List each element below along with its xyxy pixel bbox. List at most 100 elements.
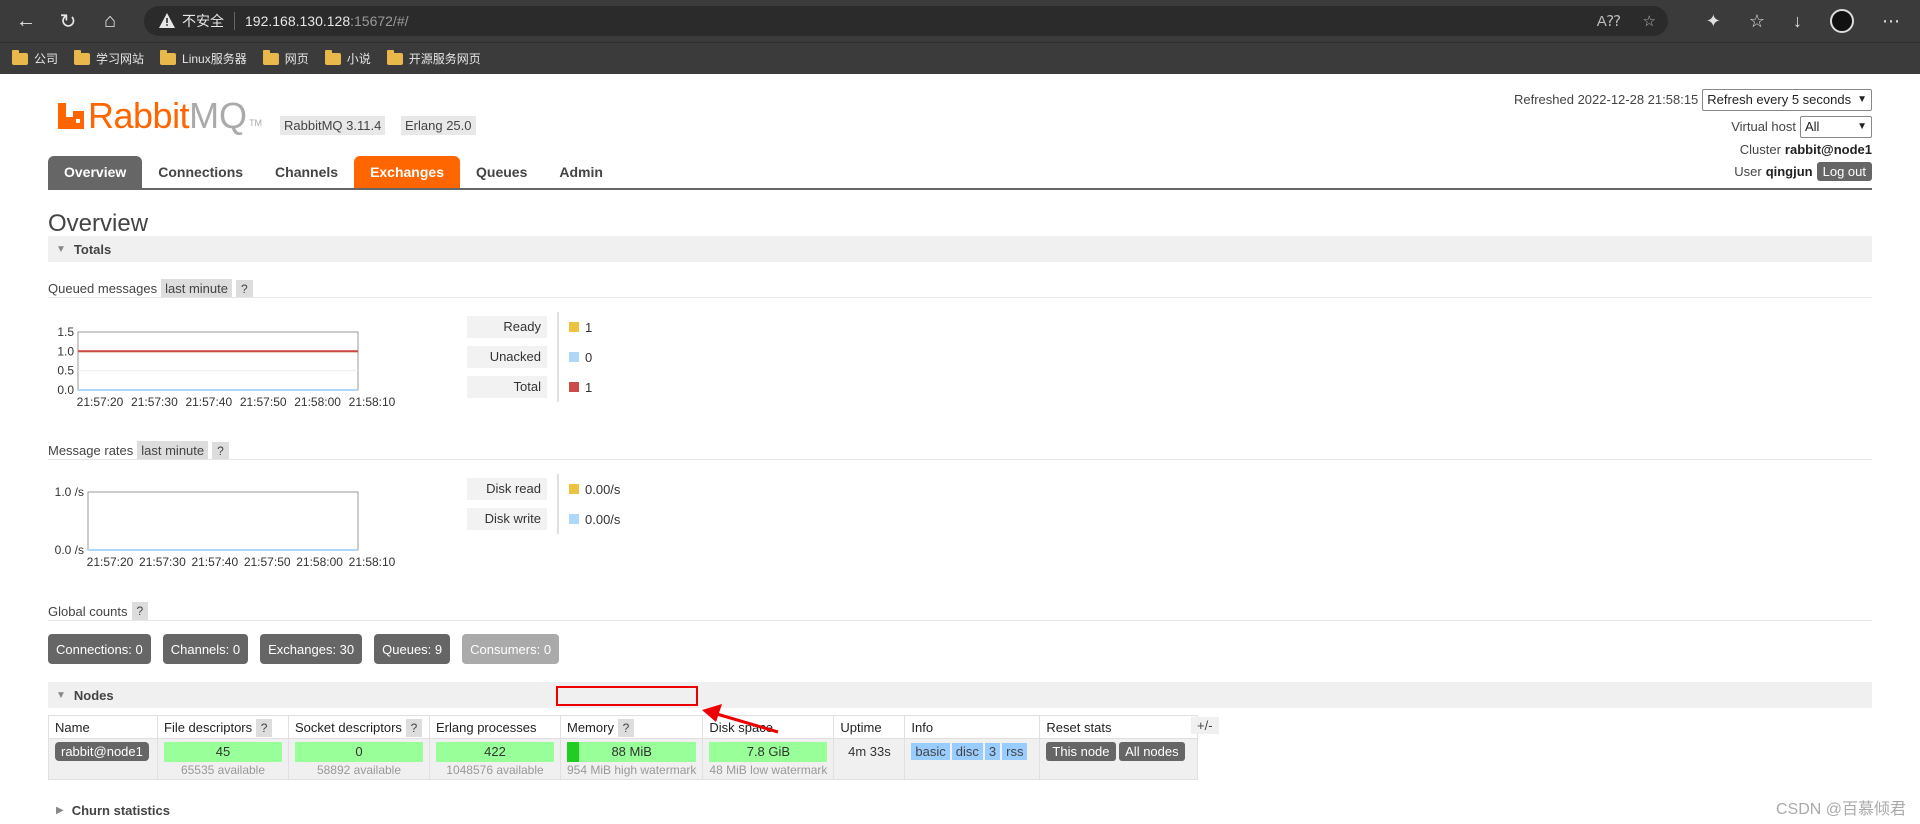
help-icon[interactable]: ? xyxy=(236,279,253,298)
bookmarks-bar: 公司 学习网站 Linux服务器 网页 小说 开源服务网页 xyxy=(0,42,1920,74)
rabbitmq-logo-icon xyxy=(58,103,84,129)
fd-bar: 45 xyxy=(164,742,282,762)
timespan-chip[interactable]: last minute xyxy=(137,441,209,460)
global-counts: Connections: 0 Channels: 0 Exchanges: 30… xyxy=(48,634,560,664)
tab-connections[interactable]: Connections xyxy=(142,156,259,188)
address-bar[interactable]: 不安全 192.168.130.128:15672/#/ A⁇ ☆ xyxy=(144,6,1668,36)
annotation-arrow-icon xyxy=(702,704,779,734)
tab-channels[interactable]: Channels xyxy=(259,156,354,188)
back-icon[interactable]: ← xyxy=(10,5,42,37)
x-tick-label: 21:58:00 xyxy=(294,395,341,409)
bookmark-folder[interactable]: 小说 xyxy=(324,49,371,67)
col-erlang-processes: Erlang processes xyxy=(429,715,561,739)
reload-icon[interactable]: ↻ xyxy=(52,5,84,37)
y-tick-label: 0.0 /s xyxy=(55,543,84,557)
bookmark-folder[interactable]: 公司 xyxy=(12,49,58,67)
version-badge: RabbitMQ 3.11.4 xyxy=(280,116,386,135)
bookmark-folder[interactable]: Linux服务器 xyxy=(160,49,247,67)
read-aloud-icon[interactable]: A⁇ xyxy=(1597,12,1621,30)
user-name: qingjun xyxy=(1765,163,1813,179)
node-name-link[interactable]: rabbit@node1 xyxy=(55,742,149,761)
help-icon[interactable]: ? xyxy=(131,602,149,620)
column-toggle-button[interactable]: +/- xyxy=(1191,717,1219,734)
timespan-chip[interactable]: last minute xyxy=(161,279,232,298)
profile-avatar[interactable] xyxy=(1830,9,1854,33)
nodes-section-header[interactable]: ▼ Nodes xyxy=(48,682,1872,708)
help-icon[interactable]: ? xyxy=(255,718,273,737)
reset-all-nodes-button[interactable]: All nodes xyxy=(1119,742,1185,761)
vhost-select[interactable]: All ▼ xyxy=(1800,115,1872,138)
tab-exchanges[interactable]: Exchanges xyxy=(354,156,460,188)
page-title: Overview xyxy=(48,210,149,237)
consumers-count-button[interactable]: Consumers: 0 xyxy=(462,634,560,664)
bookmark-folder[interactable]: 学习网站 xyxy=(74,49,144,67)
disk-space-bar: 7.8 GiB xyxy=(709,742,828,762)
bookmark-folder[interactable]: 网页 xyxy=(262,49,309,67)
col-file-descriptors: File descriptors ? xyxy=(157,715,289,739)
highlight-box xyxy=(556,686,698,706)
message-rates-chart: 1.0 /s 0.0 /s 21:57:20 21:57:30 21:57:40 21:5… xyxy=(34,472,454,575)
tab-queues[interactable]: Queues xyxy=(460,156,543,188)
logo-text-rabbit: Rabbit xyxy=(88,95,190,136)
info-tag-basic[interactable]: basic xyxy=(911,743,950,760)
x-tick-label: 21:58:00 xyxy=(296,555,343,569)
y-tick-label: 0.5 xyxy=(57,364,74,378)
refresh-interval-select[interactable]: Refresh every 5 seconds ▼ xyxy=(1702,88,1872,111)
info-tag-rss[interactable]: rss xyxy=(1002,743,1028,760)
legend-row-ready: Ready 1 xyxy=(467,312,592,342)
header-status: Refreshed 2022-12-28 21:58:15 Refresh ev… xyxy=(1514,88,1872,182)
help-icon[interactable]: ? xyxy=(405,718,423,737)
home-icon[interactable]: ⌂ xyxy=(94,5,126,37)
totals-section-header[interactable]: ▼ Totals xyxy=(48,236,1872,262)
queues-count-button[interactable]: Queues: 9 xyxy=(374,634,451,664)
divider xyxy=(48,297,1872,298)
rabbitmq-logo[interactable]: Rabbit MQ TM xyxy=(58,98,262,134)
logout-button[interactable]: Log out xyxy=(1816,161,1872,181)
download-icon[interactable]: ↓ xyxy=(1793,11,1802,32)
swatch-disk-write xyxy=(569,514,579,524)
info-tag-disc[interactable]: disc xyxy=(951,743,983,760)
management-page: Rabbit MQ TM RabbitMQ 3.11.4 Erlang 25.0 R… xyxy=(0,74,1920,824)
legend-row-disk-write: Disk write 0.00/s xyxy=(467,504,620,534)
help-icon[interactable]: ? xyxy=(212,441,229,460)
refreshed-label: Refreshed 2022-12-28 21:58:15 xyxy=(1513,92,1699,107)
help-icon[interactable]: ? xyxy=(617,718,635,737)
col-uptime: Uptime xyxy=(833,715,906,739)
tabs-underline xyxy=(48,188,1872,190)
triangle-right-icon: ▶ xyxy=(56,804,64,816)
y-tick-label: 1.0 /s xyxy=(55,485,84,499)
x-tick-label: 21:57:30 xyxy=(139,555,186,569)
favorites-icon[interactable]: ☆ xyxy=(1749,11,1765,32)
logo-text-mq: MQ xyxy=(189,95,248,136)
churn-section-header[interactable]: ▶ Churn statistics xyxy=(48,797,1872,823)
memory-bar: 88 MiB xyxy=(567,742,697,762)
info-tag-count[interactable]: 3 xyxy=(984,743,1001,760)
rates-legend: Disk read 0.00/s Disk write 0.00/s xyxy=(467,474,620,534)
tab-admin[interactable]: Admin xyxy=(543,156,619,188)
col-socket-descriptors: Socket descriptors ? xyxy=(288,715,430,739)
folder-icon xyxy=(160,49,177,65)
chevron-down-icon: ▼ xyxy=(1857,121,1867,132)
cluster-label: Cluster xyxy=(1739,141,1781,157)
favorite-star-icon[interactable]: ☆ xyxy=(1643,12,1656,30)
exchanges-count-button[interactable]: Exchanges: 30 xyxy=(260,634,363,664)
logo-tm: TM xyxy=(249,118,263,128)
channels-count-button[interactable]: Channels: 0 xyxy=(162,634,249,664)
cluster-name: rabbit@node1 xyxy=(1784,141,1872,157)
swatch-disk-read xyxy=(569,484,579,494)
reset-this-node-button[interactable]: This node xyxy=(1046,742,1116,761)
col-info: Info xyxy=(904,715,1041,739)
triangle-down-icon: ▼ xyxy=(56,689,66,701)
more-menu-icon[interactable]: ⋯ xyxy=(1882,11,1900,32)
erlang-processes-bar: 422 xyxy=(436,742,554,762)
extensions-icon[interactable]: ✦ xyxy=(1706,11,1721,32)
browser-toolbar: ← ↻ ⌂ 不安全 192.168.130.128:15672/#/ A⁇ ☆ … xyxy=(0,0,1920,42)
connections-count-button[interactable]: Connections: 0 xyxy=(48,634,151,664)
tab-overview[interactable]: Overview xyxy=(48,156,143,188)
table-header-row: Name File descriptors ? Socket descripto… xyxy=(48,715,1199,739)
x-tick-label: 21:57:50 xyxy=(240,395,287,409)
bookmark-folder[interactable]: 开源服务网页 xyxy=(386,49,481,67)
x-tick-label: 21:57:40 xyxy=(185,395,232,409)
global-counts-heading: Global counts ? xyxy=(48,602,149,620)
col-reset-stats: Reset stats xyxy=(1039,715,1199,739)
